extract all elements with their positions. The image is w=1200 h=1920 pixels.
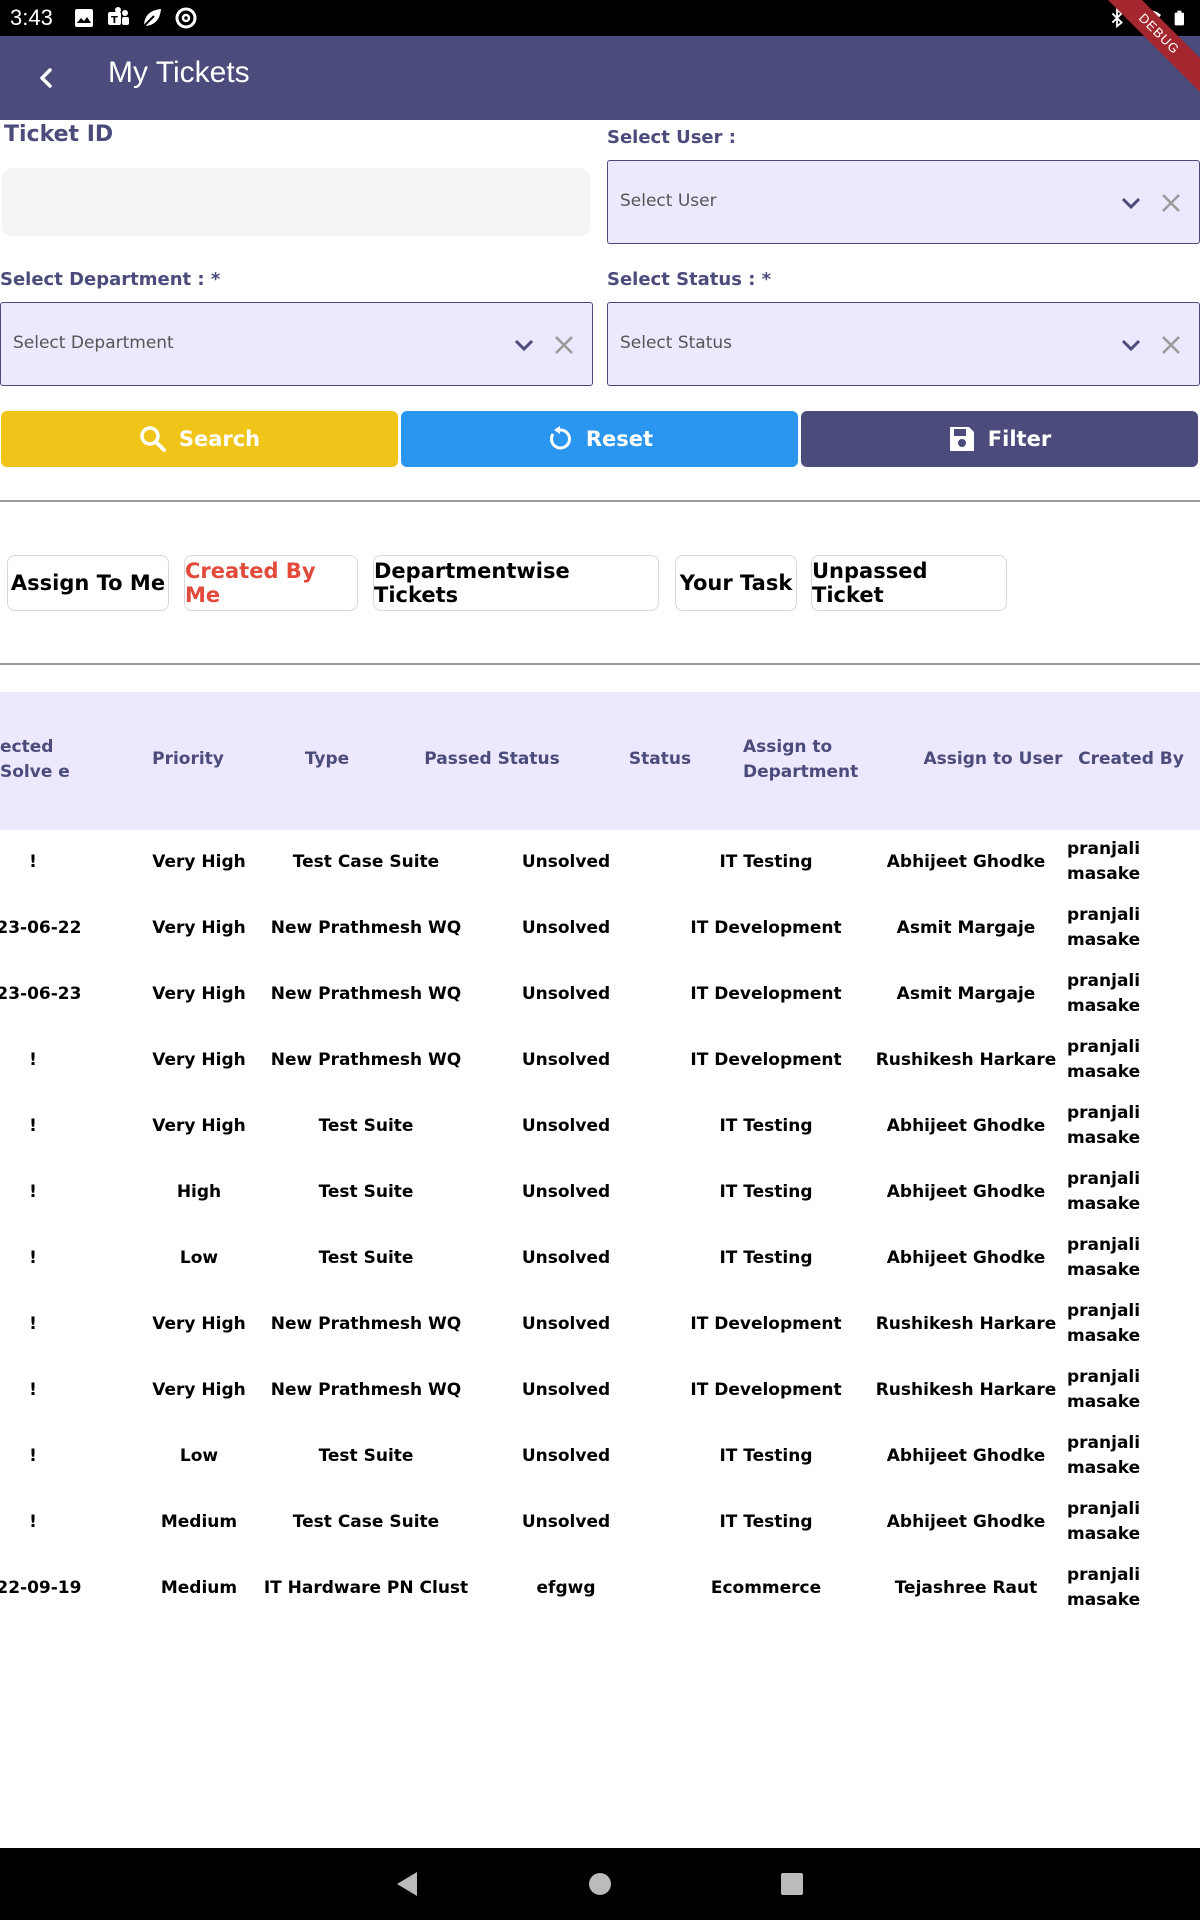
status-dropdown-placeholder: Select Status xyxy=(620,333,733,353)
table-row[interactable]: ! Very High Test Case Suite Unsolved IT Test… xyxy=(0,830,1200,896)
ticket-id-input[interactable] xyxy=(2,168,590,236)
svg-text:T: T xyxy=(111,15,118,26)
cell-created-by: pranjali masake xyxy=(1067,1103,1141,1148)
refresh-icon xyxy=(549,426,571,450)
cell-created-by: pranjali masake xyxy=(1067,971,1141,1016)
save-icon xyxy=(949,427,974,451)
department-dropdown[interactable]: Select Department xyxy=(0,302,593,386)
home-nav-icon[interactable] xyxy=(588,1872,612,1900)
back-nav-icon[interactable] xyxy=(393,1870,421,1902)
header-created-by: Created By xyxy=(1078,749,1184,769)
cell-created-by: pranjali masake xyxy=(1067,1037,1141,1082)
reset-button-label: Reset xyxy=(585,427,654,451)
clear-icon[interactable] xyxy=(1159,333,1183,357)
leaf-icon xyxy=(140,6,164,30)
recents-nav-icon[interactable] xyxy=(780,1872,804,1900)
table-row[interactable]: ! Very High New Prathmesh WQ Unsolved IT Dev… xyxy=(0,1028,1200,1094)
reset-button[interactable]: Reset xyxy=(401,411,798,467)
tab-your-task[interactable]: Your Task xyxy=(675,555,797,611)
header-type: Type xyxy=(304,749,350,769)
cell-created-by: pranjali masake xyxy=(1067,1301,1141,1346)
cell-created-by: pranjali masake xyxy=(1067,1565,1141,1610)
clear-icon[interactable] xyxy=(1159,191,1183,215)
department-label: Select Department : * xyxy=(0,269,221,290)
table-row[interactable]: ! Medium Test Case Suite Unsolved IT Testing… xyxy=(0,1490,1200,1556)
chevron-down-icon[interactable] xyxy=(1119,191,1143,215)
table-row[interactable]: 023-06-22Very HighNew Prathmesh WQUnsolv… xyxy=(0,896,1200,962)
header-assign-to-user: Assign to User xyxy=(923,749,1063,769)
table-row[interactable]: ! Very High Test Suite Unsolved IT Testing Ab… xyxy=(0,1094,1200,1160)
divider xyxy=(0,663,1200,665)
cell-created-by: pranjali masake xyxy=(1067,1235,1141,1280)
search-icon xyxy=(140,426,166,452)
table-row[interactable]: ! Very High New Prathmesh WQ Unsolved IT Dev… xyxy=(0,1292,1200,1358)
ticket-id-label: Ticket ID xyxy=(4,122,114,147)
navigation-bar xyxy=(0,1848,1200,1920)
user-label: Select User : xyxy=(607,127,736,148)
cell-created-by: pranjali masake xyxy=(1067,1433,1141,1478)
tab-departmentwise-tickets[interactable]: Departmentwise Tickets xyxy=(373,555,659,611)
table-row[interactable]: ! Low Test Suite Unsolved IT Testing Abhijeet… xyxy=(0,1226,1200,1292)
header-priority: Priority xyxy=(152,749,224,769)
status-bar: 3:43 T xyxy=(0,0,1200,36)
status-dropdown[interactable]: Select Status xyxy=(607,302,1200,386)
cell-created-by: pranjali masake xyxy=(1067,1169,1141,1214)
user-dropdown-placeholder: Select User xyxy=(620,191,717,211)
page-title: My Tickets xyxy=(108,56,250,89)
at-sign-icon xyxy=(174,6,198,30)
filter-button[interactable]: Filter xyxy=(801,411,1198,467)
teams-icon: T xyxy=(106,6,130,30)
table-row[interactable]: ! High Test Suite Unsolved IT Testing Abhijee… xyxy=(0,1160,1200,1226)
cell-created-by: pranjali masake xyxy=(1067,839,1141,884)
chevron-down-icon[interactable] xyxy=(1119,333,1143,357)
table-header: ected Solve e Priority Type Passed Statu… xyxy=(0,692,1200,830)
department-dropdown-placeholder: Select Department xyxy=(13,333,174,353)
debug-banner: DEBUG xyxy=(1100,0,1200,100)
status-time: 3:43 xyxy=(10,5,53,30)
table-row[interactable]: 023-06-23Very HighNew Prathmesh WQUnsolv… xyxy=(0,962,1200,1028)
tab-unpassed-ticket[interactable]: Unpassed Ticket xyxy=(811,555,1007,611)
table-row[interactable]: ! Very High New Prathmesh WQ Unsolved IT Dev… xyxy=(0,1358,1200,1424)
search-button-label: Search xyxy=(178,427,261,451)
chevron-down-icon[interactable] xyxy=(512,333,536,357)
cell-created-by: pranjali masake xyxy=(1067,1367,1141,1412)
clear-icon[interactable] xyxy=(552,333,576,357)
status-label: Select Status : * xyxy=(607,269,772,290)
filter-button-label: Filter xyxy=(987,427,1052,451)
tab-created-by-me[interactable]: Created By Me xyxy=(184,555,358,611)
tab-assign-to-me[interactable]: Assign To Me xyxy=(7,555,169,611)
header-status: Status xyxy=(628,749,692,769)
divider xyxy=(0,500,1200,502)
table-row[interactable]: 022-09-19MediumIT Hardware PN Clustefgwg… xyxy=(0,1556,1200,1622)
back-arrow-icon[interactable] xyxy=(26,58,66,98)
cell-created-by: pranjali masake xyxy=(1067,905,1141,950)
header-passed-status: Passed Status xyxy=(424,749,560,769)
table-row[interactable]: ! Low Test Suite Unsolved IT Testing Abhijeet… xyxy=(0,1424,1200,1490)
user-dropdown[interactable]: Select User xyxy=(607,160,1200,244)
header-expected-solve-date: ected Solve e xyxy=(0,737,70,782)
cell-created-by: pranjali masake xyxy=(1067,1499,1141,1544)
gallery-icon xyxy=(72,6,96,30)
header-assign-to-department: Assign to Department xyxy=(743,737,859,782)
app-bar: My Tickets xyxy=(0,36,1200,120)
search-button[interactable]: Search xyxy=(1,411,398,467)
